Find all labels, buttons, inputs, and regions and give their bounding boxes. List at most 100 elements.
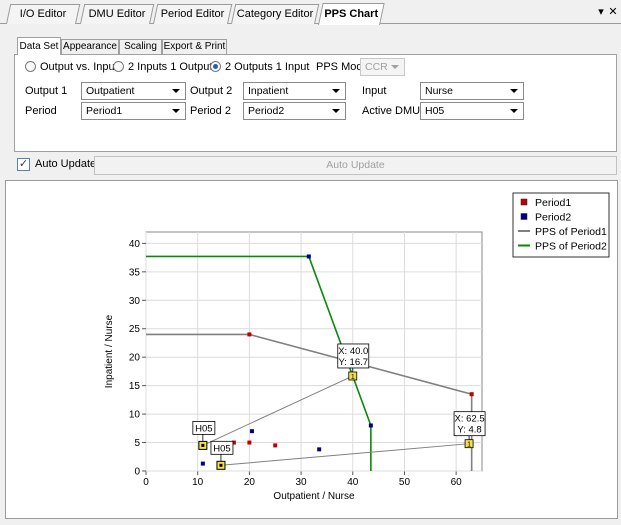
auto-update-button: Auto Update (94, 156, 617, 175)
chevron-down-icon (172, 89, 180, 93)
data-point (469, 392, 474, 397)
chevron-down-icon (510, 109, 518, 113)
output1-select[interactable]: Outpatient (81, 82, 186, 100)
radio-dot (25, 61, 36, 72)
data-point (368, 423, 373, 428)
input-select[interactable]: Nurse (420, 82, 524, 100)
select-value: Period2 (248, 105, 285, 117)
x-tick-label: 60 (451, 477, 463, 488)
data-point (317, 447, 322, 452)
tab-label: Category Editor (236, 8, 314, 20)
radio-label: 2 Inputs 1 Output (128, 61, 213, 73)
document-tab-strip: I/O Editor DMU Editor Period Editor Cate… (0, 0, 621, 25)
tab-category-editor[interactable]: Category Editor (231, 4, 320, 24)
chevron-down-icon (510, 89, 518, 93)
radio-2-inputs-1-output[interactable]: 2 Inputs 1 Output (113, 61, 212, 74)
select-value: H05 (425, 105, 445, 117)
tab-data-set[interactable]: Data Set (17, 37, 61, 55)
output1-label: Output 1 (25, 85, 68, 97)
tab-dmu-editor[interactable]: DMU Editor (80, 4, 155, 24)
legend-label: PPS of Period2 (535, 241, 607, 253)
projection-label-y: Y: 16.7 (338, 357, 368, 368)
y-tick-label: 25 (129, 324, 141, 335)
x-tick-label: 40 (347, 477, 359, 488)
data-point (306, 254, 311, 259)
tab-export-print[interactable]: Export & Print (162, 39, 227, 54)
legend-label: Period1 (535, 197, 571, 209)
output2-select[interactable]: Inpatient (243, 82, 346, 100)
radio-output-vs-input[interactable]: Output vs. Input (25, 61, 118, 74)
y-tick-label: 10 (129, 410, 141, 421)
radio-dot (210, 61, 221, 72)
radio-dot (113, 61, 124, 72)
period1-label: Period (25, 105, 57, 117)
tab-scaling[interactable]: Scaling (119, 39, 162, 54)
select-value: Outpatient (86, 85, 135, 97)
legend-swatch (520, 213, 528, 220)
select-value: Inpatient (248, 85, 289, 97)
legend-swatch (520, 198, 528, 206)
chevron-down-icon[interactable]: ▾ (595, 5, 607, 18)
x-tick-label: 20 (244, 477, 256, 488)
x-tick-label: 50 (399, 477, 411, 488)
pps-mode-select: CCR (360, 58, 405, 76)
tab-label: DMU Editor (88, 8, 146, 20)
auto-update-checkbox-label: Auto Update (35, 158, 97, 170)
y-tick-label: 0 (134, 467, 140, 478)
radio-label: 2 Outputs 1 Input (225, 61, 310, 73)
data-point (247, 332, 252, 337)
pps-chart-panel: 0 10 20 30 40 50 60 0 5 10 15 20 25 30 35 40 Outpatient … (5, 180, 618, 519)
x-axis-label: Outpatient / Nurse (273, 491, 355, 502)
tab-appearance[interactable]: Appearance (61, 39, 119, 54)
projection-label-x: X: 62.5 (455, 414, 485, 425)
close-icon[interactable]: ✕ (607, 5, 619, 18)
active-dmu-marker-core (219, 463, 223, 467)
select-value: Nurse (425, 85, 454, 97)
active-dmu-select[interactable]: H05 (420, 102, 524, 120)
radio-label: Output vs. Input (40, 61, 118, 73)
tab-period-editor[interactable]: Period Editor (153, 4, 233, 24)
projection-marker-label: 1 (351, 374, 355, 381)
tab-pps-chart[interactable]: PPS Chart (318, 3, 385, 25)
y-tick-label: 5 (134, 438, 140, 449)
auto-update-row: ✓ Auto Update Auto Update (10, 156, 617, 176)
legend-label: PPS of Period1 (535, 226, 607, 238)
active-dmu-label: Active DMU (362, 105, 421, 117)
output2-label: Output 2 (190, 85, 233, 97)
legend-label: Period2 (535, 212, 571, 224)
pps-chart: 0 10 20 30 40 50 60 0 5 10 15 20 25 30 35 40 Outpatient … (104, 192, 610, 502)
period1-select[interactable]: Period1 (81, 102, 186, 120)
projection-marker-label: 1 (467, 442, 471, 449)
data-point (200, 461, 205, 466)
y-tick-label: 15 (129, 381, 141, 392)
input-label: Input (362, 85, 387, 97)
data-point (273, 443, 278, 448)
tab-label: I/O Editor (19, 8, 67, 20)
projection-label-y: Y: 4.8 (457, 425, 481, 436)
tab-label: Export & Print (163, 41, 226, 52)
auto-update-checkbox[interactable]: ✓ (17, 158, 30, 171)
data-point (247, 440, 252, 445)
select-value: Period1 (86, 105, 123, 117)
period2-select[interactable]: Period2 (243, 102, 346, 120)
dmu-label: H05 (195, 423, 212, 434)
data-point (249, 429, 254, 434)
x-tick-label: 30 (296, 477, 308, 488)
radio-2-outputs-1-input[interactable]: 2 Outputs 1 Input (210, 61, 309, 74)
y-tick-label: 20 (129, 353, 141, 364)
tab-label: Scaling (124, 41, 157, 52)
chevron-down-icon (391, 65, 399, 69)
tab-label: Appearance (63, 41, 117, 52)
x-tick-label: 10 (192, 477, 204, 488)
chevron-down-icon (332, 109, 340, 113)
tab-controls: ▾ ✕ (595, 5, 619, 18)
x-tick-label: 0 (143, 477, 149, 488)
tab-label: PPS Chart (324, 8, 379, 20)
dmu-label: H05 (213, 443, 230, 454)
tab-label: Data Set (19, 41, 59, 52)
tab-io-editor[interactable]: I/O Editor (6, 4, 81, 24)
y-tick-label: 40 (129, 239, 141, 250)
y-tick-label: 35 (129, 267, 141, 278)
active-dmu-marker-core (201, 443, 205, 447)
chevron-down-icon (172, 109, 180, 113)
